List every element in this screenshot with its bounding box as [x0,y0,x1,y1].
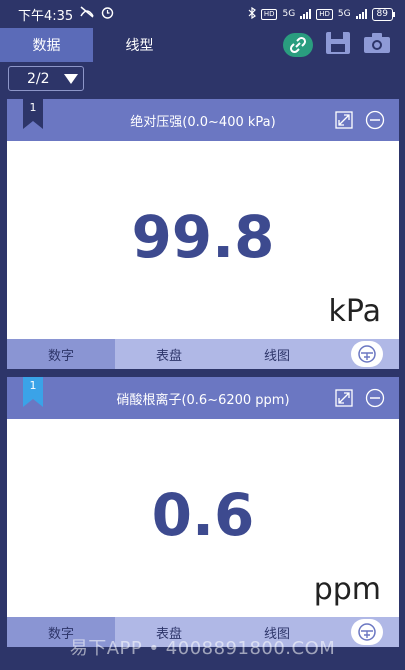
card-header: 1 绝对压强(0.0~400 kPa) [7,99,399,141]
status-time: 下午4:35 [18,8,74,24]
save-icon [326,32,350,54]
card-header: 1 硝酸根离子(0.6~6200 ppm) [7,377,399,419]
sensor-card-nitrate: 1 硝酸根离子(0.6~6200 ppm) 0.6 ppm 数字 表盘 线图 [7,377,399,647]
expand-icon[interactable] [335,389,353,407]
gauge-icon [358,345,376,363]
battery-level: 89 [371,7,396,21]
no-disturb-icon [79,6,95,22]
tab-line[interactable]: 线型 [93,28,186,62]
camera-button[interactable] [363,32,391,58]
status-bar: 下午4:35 HD 5G HD 5G 89 [0,0,405,28]
sensor-unit: kPa [328,294,382,329]
remove-icon[interactable] [365,110,385,130]
caret-down-icon [63,73,78,84]
card-index: 1 [29,101,37,114]
page-select[interactable]: 2/2 [8,66,84,91]
card-display: 0.6 ppm [7,419,399,617]
card-display: 99.8 kPa [7,141,399,339]
sensor-card-pressure: 1 绝对压强(0.0~400 kPa) 99.8 kPa 数字 表盘 线图 [7,99,399,369]
view-chart-button[interactable]: 线图 [223,339,331,369]
sensor-value: 99.8 [131,203,275,271]
bluetooth-icon [248,6,256,22]
sensor-value: 0.6 [151,481,255,549]
hd-badge: HD [260,8,278,20]
view-mode-bar: 数字 表盘 线图 [7,339,399,369]
network-label-2: 5G [337,9,351,19]
network-label-1: 5G [282,9,296,19]
alarm-icon [101,6,114,23]
camera-icon [364,33,390,53]
view-digital-button[interactable]: 数字 [7,339,115,369]
page-select-value: 2/2 [27,70,50,87]
top-tab-bar: 数据 线型 [0,28,405,62]
card-title: 绝对压强(0.0~400 kPa) [130,114,276,130]
watermark-text: 易下APP • 4008891800.COM [69,638,336,659]
view-dial-button[interactable]: 表盘 [115,339,223,369]
save-button[interactable] [325,31,351,59]
card-title: 硝酸根离子(0.6~6200 ppm) [116,392,290,408]
card-index: 1 [29,379,37,392]
connect-button[interactable] [283,33,313,57]
remove-icon[interactable] [365,388,385,408]
sensor-unit: ppm [313,572,381,607]
tab-data[interactable]: 数据 [0,28,93,62]
signal-icon [300,9,312,19]
expand-icon[interactable] [335,111,353,129]
hd-badge-2: HD [316,8,333,20]
link-icon [289,36,307,54]
gauge-settings-button[interactable] [351,341,383,367]
signal-icon-2 [355,9,367,19]
